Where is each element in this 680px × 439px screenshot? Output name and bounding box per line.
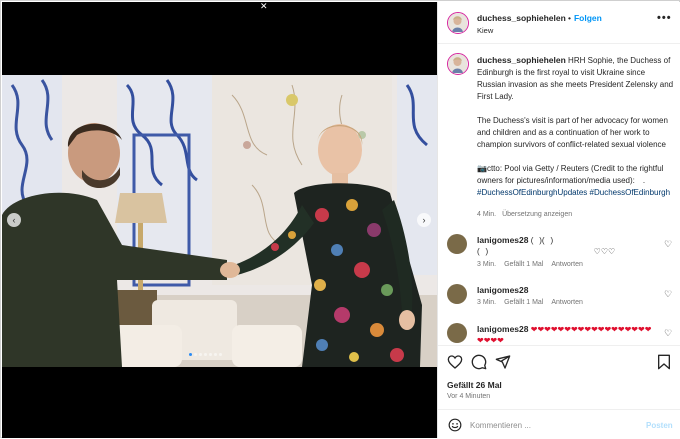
carousel-dot [204, 353, 207, 356]
comment-time: 3 Min. [477, 261, 497, 268]
author-avatar[interactable] [447, 12, 469, 34]
caption-meta: 4 Min. Übersetzung anzeigen [477, 211, 572, 218]
post-actions: Gefällt 26 Mal Vor 4 Minuten Posten [438, 345, 680, 438]
post-details-panel: duchess_sophiehelen • Folgen Kiew ••• duc… [437, 2, 680, 438]
comment-time: 3 Min. [477, 299, 497, 306]
smiley-icon[interactable] [448, 418, 462, 432]
avatar-image [448, 54, 467, 73]
carousel-dot [189, 353, 192, 356]
comment-meta: 3 Min. Gefällt 1 Mal Antworten [477, 299, 583, 306]
hashtag-link[interactable]: #DuchessOfEdinburgh [590, 188, 671, 197]
avatar-image [448, 13, 467, 32]
post-caption: duchess_sophiehelen HRH Sophie, the Duch… [438, 45, 680, 225]
follow-button[interactable]: • Folgen [568, 13, 602, 23]
caption-paragraph-2: The Duchess's visit is part of her advoc… [477, 116, 668, 149]
caption-text: duchess_sophiehelen HRH Sophie, the Duch… [477, 54, 675, 199]
comment-body: lanigomes28 ❤❤❤❤❤❤❤❤❤❤❤❤❤❤❤❤❤❤❤❤❤❤ [477, 324, 657, 345]
comment-item: lanigomes28 ⠀⠀⠀⠀⠀⠀⠀⠀⠀⠀⠀⠀⠀⠀⠀⠀⠀⠀⠀⠀⠀⠀⠀ 3 Mi… [438, 284, 680, 314]
carousel-indicator [189, 353, 222, 356]
post-header: duchess_sophiehelen • Folgen Kiew ••• [438, 2, 680, 44]
next-image-button[interactable]: › [417, 213, 431, 227]
comment-item: lanigomes28 (⠀)(⠀)(⠀)⠀⠀⠀⠀⠀⠀⠀⠀⠀⠀⠀⠀⠀⠀⠀⠀⠀⠀♡… [438, 234, 680, 272]
close-icon[interactable]: ✕ [260, 2, 268, 12]
comment-icon[interactable] [471, 354, 487, 370]
comment-meta: 3 Min. Gefällt 1 Mal Antworten [477, 261, 583, 268]
reply-button[interactable]: Antworten [551, 299, 583, 306]
carousel-dot [214, 353, 217, 356]
comment-body: lanigomes28 (⠀)(⠀)(⠀)⠀⠀⠀⠀⠀⠀⠀⠀⠀⠀⠀⠀⠀⠀⠀⠀⠀⠀♡… [477, 235, 657, 257]
comment-input[interactable] [470, 417, 640, 433]
like-count[interactable]: Gefällt 26 Mal [447, 380, 502, 390]
carousel-dot [199, 353, 202, 356]
translate-button[interactable]: Übersetzung anzeigen [502, 211, 572, 218]
comment-composer: Posten [438, 409, 680, 439]
hashtag-link[interactable]: #DuchessOfEdinburghUpdates [477, 188, 587, 197]
comment-item: lanigomes28 ❤❤❤❤❤❤❤❤❤❤❤❤❤❤❤❤❤❤❤❤❤❤ ♡ [438, 323, 680, 345]
comment-likes[interactable]: Gefällt 1 Mal [504, 261, 543, 268]
like-comment-heart-icon[interactable]: ♡ [664, 239, 672, 250]
like-comment-heart-icon[interactable]: ♡ [664, 328, 672, 339]
caption-username[interactable]: duchess_sophiehelen [477, 55, 566, 65]
comment-likes[interactable]: Gefällt 1 Mal [504, 299, 543, 306]
caption-author-avatar[interactable] [447, 53, 469, 75]
post-comment-button[interactable]: Posten [646, 421, 673, 430]
separator-dot: • [568, 13, 571, 23]
post-dialog: ✕ ‹ › duchess_sophiehelen • Folgen Kiew … [0, 0, 680, 438]
reply-button[interactable]: Antworten [551, 261, 583, 268]
caption-age: 4 Min. [477, 211, 497, 218]
photo-illustration [2, 75, 437, 367]
carousel-dot [209, 353, 212, 356]
carousel-dot [194, 353, 197, 356]
media-viewer: ✕ ‹ › [2, 2, 437, 438]
commenter-username[interactable]: lanigomes28 [477, 285, 529, 295]
author-username[interactable]: duchess_sophiehelen [477, 13, 566, 23]
share-icon[interactable] [495, 354, 511, 370]
commenter-username[interactable]: lanigomes28 [477, 324, 529, 334]
commenter-avatar[interactable] [447, 284, 467, 304]
commenter-username[interactable]: lanigomes28 [477, 235, 529, 245]
bookmark-icon[interactable] [656, 354, 672, 370]
post-time: Vor 4 Minuten [447, 393, 491, 400]
heart-icon[interactable] [447, 354, 463, 370]
carousel-dot [219, 353, 222, 356]
post-location[interactable]: Kiew [477, 26, 493, 35]
like-comment-heart-icon[interactable]: ♡ [664, 289, 672, 300]
follow-label: Folgen [573, 13, 602, 23]
post-photo[interactable] [2, 75, 437, 367]
more-options-icon[interactable]: ••• [657, 12, 672, 24]
caption-paragraph-3: 📷ctto: Pool via Getty / Reuters (Credit … [477, 164, 664, 185]
previous-image-button[interactable]: ‹ [7, 213, 21, 227]
commenter-avatar[interactable] [447, 234, 467, 254]
commenter-avatar[interactable] [447, 323, 467, 343]
